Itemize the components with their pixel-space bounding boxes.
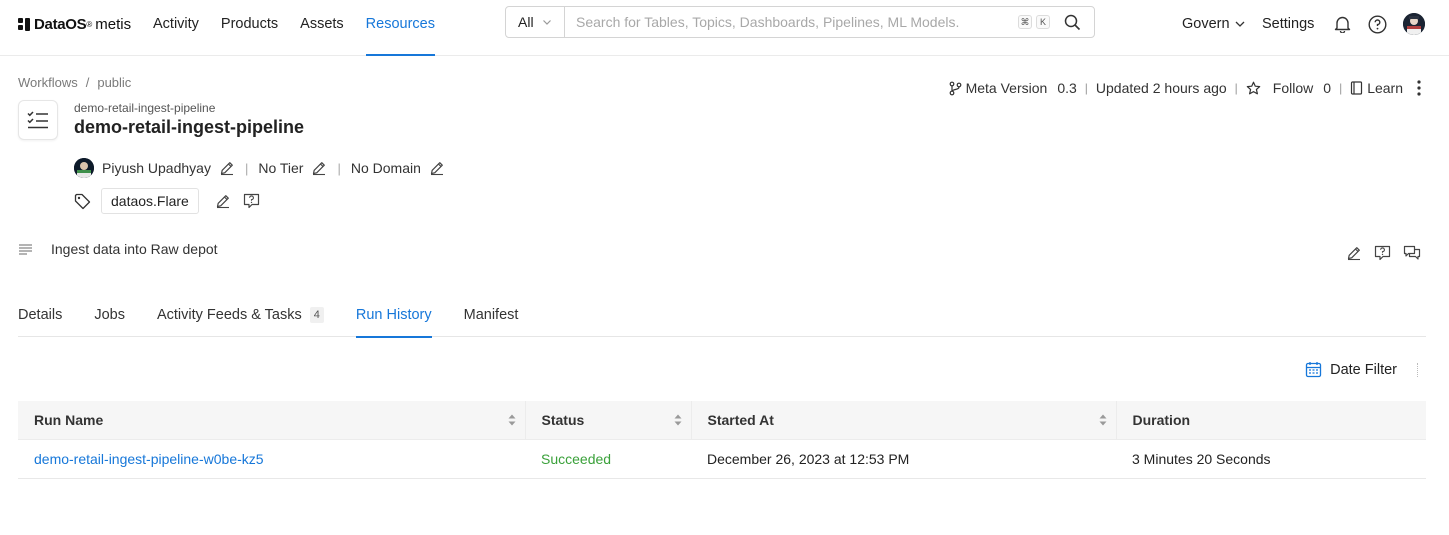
dataos-logo[interactable]: DataOS ® metis (18, 15, 131, 33)
tags-row: dataos.Flare (74, 188, 260, 214)
edit-domain-icon[interactable] (429, 160, 445, 176)
entity-tabs: Details Jobs Activity Feeds & Tasks 4 Ru… (18, 292, 1426, 338)
page-title: demo-retail-ingest-pipeline (74, 117, 305, 137)
column-header-status[interactable]: Status (525, 401, 692, 439)
description-text: Ingest data into Raw depot (51, 241, 218, 257)
bell-icon[interactable] (1332, 14, 1352, 34)
tag-icon (74, 193, 91, 210)
sort-icon[interactable] (673, 413, 683, 427)
run-name-link[interactable]: demo-retail-ingest-pipeline-w0be-kz5 (34, 451, 264, 467)
chevron-down-icon (542, 17, 552, 27)
filter-divider (1417, 362, 1421, 377)
search-icon[interactable] (1060, 10, 1084, 34)
meta-version-value: 0.3 (1057, 80, 1077, 96)
date-filter-button[interactable]: Date Filter (1305, 361, 1421, 378)
search-input[interactable] (565, 7, 1018, 37)
settings-link[interactable]: Settings (1262, 0, 1314, 48)
brand-name: DataOS (34, 15, 87, 33)
kbd-k-key: K (1036, 15, 1050, 29)
edit-owner-icon[interactable] (219, 160, 235, 176)
meta-version-label[interactable]: Meta Version (966, 80, 1048, 96)
row-divider: | (244, 160, 249, 176)
owner-name[interactable]: Piyush Upadhyay (102, 160, 211, 176)
request-tags-icon[interactable] (243, 193, 260, 209)
brand-registered-mark: ® (86, 19, 93, 29)
tab-manifest[interactable]: Manifest (464, 292, 519, 337)
run-status: Succeeded (541, 450, 612, 467)
dataos-logo-icon (18, 17, 31, 31)
breadcrumb-separator: / (85, 75, 90, 90)
sort-icon[interactable] (1098, 413, 1108, 427)
activity-count-badge: 4 (309, 306, 324, 323)
domain-value: No Domain (350, 160, 421, 176)
row-divider: | (337, 160, 341, 176)
primary-nav: Activity Products Assets Resources (153, 0, 457, 56)
tab-details[interactable]: Details (18, 292, 62, 337)
nav-activity[interactable]: Activity (153, 0, 199, 56)
conversation-icon[interactable] (1403, 245, 1421, 261)
table-row: demo-retail-ingest-pipeline-w0be-kz5 Suc… (18, 438, 1426, 479)
column-header-run-name[interactable]: Run Name (18, 401, 526, 439)
edit-description-icon[interactable] (1346, 245, 1362, 261)
follow-button[interactable]: Follow (1273, 80, 1313, 96)
run-history-table: Run Name Status Started At Duration demo… (18, 401, 1426, 479)
breadcrumb-workflows[interactable]: Workflows (18, 75, 78, 90)
description-icon (18, 243, 33, 255)
run-started-at: December 26, 2023 at 12:53 PM (707, 450, 910, 467)
description-row: Ingest data into Raw depot (18, 241, 218, 257)
govern-label: Govern (1182, 16, 1230, 32)
table-header-row: Run Name Status Started At Duration (18, 401, 1426, 439)
branch-icon (949, 81, 962, 96)
kbd-cmd-key: ⌘ (1018, 15, 1032, 29)
tab-run-history[interactable]: Run History (355, 292, 432, 338)
breadcrumb-public[interactable]: public (97, 75, 131, 90)
owner-avatar (74, 158, 94, 178)
column-header-started-at[interactable]: Started At (691, 401, 1117, 439)
run-duration: 3 Minutes 20 Seconds (1132, 450, 1271, 467)
user-avatar[interactable] (1403, 13, 1425, 35)
workflow-icon (18, 100, 58, 140)
search-scope-select[interactable]: All (506, 7, 565, 37)
more-options-icon[interactable] (1417, 80, 1421, 96)
updated-text: Updated 2 hours ago (1095, 80, 1227, 96)
nav-assets[interactable]: Assets (300, 0, 344, 56)
help-icon[interactable] (1367, 14, 1387, 34)
calendar-icon (1305, 361, 1322, 378)
meta-divider: | (1234, 81, 1238, 95)
tab-activity-feeds[interactable]: Activity Feeds & Tasks 4 (157, 292, 324, 337)
meta-divider: | (1339, 81, 1343, 95)
description-tools (1334, 245, 1421, 261)
book-icon[interactable] (1350, 81, 1363, 95)
govern-menu[interactable]: Govern (1182, 0, 1246, 48)
nav-products[interactable]: Products (221, 0, 278, 56)
owner-tier-domain-row: Piyush Upadhyay | No Tier | No Domain (74, 158, 445, 178)
entity-subtitle: demo-retail-ingest-pipeline (74, 101, 216, 115)
star-icon[interactable] (1246, 81, 1261, 96)
edit-tags-icon[interactable] (215, 193, 231, 209)
meta-divider: | (1084, 81, 1088, 95)
column-header-duration: Duration (1116, 401, 1426, 439)
nav-resources[interactable]: Resources (365, 0, 436, 56)
top-navbar: DataOS ® metis Activity Products Assets … (0, 0, 1449, 56)
breadcrumb: Workflows / public (18, 75, 131, 90)
edit-tier-icon[interactable] (311, 160, 327, 176)
entity-meta-bar: Meta Version 0.3 | Updated 2 hours ago |… (949, 80, 1421, 96)
sort-icon[interactable] (507, 413, 517, 427)
request-description-icon[interactable] (1374, 245, 1391, 261)
brand-product: metis (95, 15, 132, 33)
date-filter-label: Date Filter (1330, 361, 1397, 378)
tab-jobs[interactable]: Jobs (94, 292, 125, 337)
tier-value: No Tier (258, 160, 304, 176)
follow-count: 0 (1323, 80, 1332, 96)
tag-chip[interactable]: dataos.Flare (101, 188, 199, 214)
search-scope-value: All (518, 14, 534, 30)
chevron-down-icon (1234, 18, 1246, 30)
global-search: All ⌘ K (505, 6, 1095, 38)
learn-button[interactable]: Learn (1367, 80, 1403, 96)
